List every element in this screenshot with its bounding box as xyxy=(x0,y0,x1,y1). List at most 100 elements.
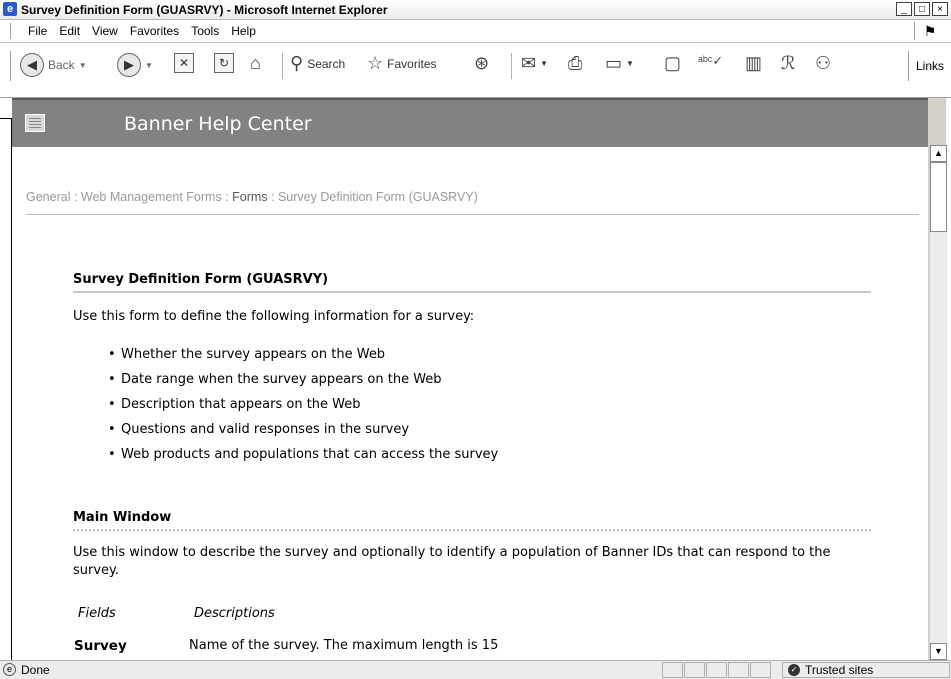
scroll-up-button[interactable]: ▲ xyxy=(930,145,947,162)
breadcrumb: General : Web Management Forms : Forms :… xyxy=(26,190,478,204)
search-label: Search xyxy=(307,56,346,71)
history-icon: ⊛ xyxy=(474,53,490,73)
list-item: Description that appears on the Web xyxy=(108,397,498,422)
heading-divider xyxy=(73,291,871,293)
research-icon: ▥ xyxy=(745,53,763,73)
maximize-button[interactable]: □ xyxy=(914,2,930,16)
minimize-button[interactable]: _ xyxy=(896,2,912,16)
menu-favorites[interactable]: Favorites xyxy=(124,24,185,38)
forward-arrow-icon: ▶ xyxy=(117,53,141,77)
favorites-star-icon: ☆ xyxy=(367,53,384,73)
frame-border-line xyxy=(11,118,12,660)
edit-button[interactable]: ▭ ▼ xyxy=(605,53,634,74)
list-item: Web products and populations that can ac… xyxy=(108,447,498,472)
mail-button[interactable]: ✉ ▼ xyxy=(521,53,548,74)
menu-file[interactable]: File xyxy=(22,24,53,38)
status-pane xyxy=(662,662,683,678)
banner-menu-icon[interactable] xyxy=(25,114,45,132)
print-button[interactable]: ⎙ xyxy=(568,53,582,74)
breadcrumb-divider xyxy=(26,214,919,215)
page-status-icon: e xyxy=(3,663,16,676)
mail-dropdown-icon: ▼ xyxy=(540,59,549,68)
field-survey-description: Name of the survey. The maximum length i… xyxy=(189,638,499,653)
contacts-icon: ⚇ xyxy=(815,53,832,73)
menu-tools[interactable]: Tools xyxy=(185,24,225,38)
browser-window: e Survey Definition Form (GUASRVY) - Mic… xyxy=(0,0,951,679)
scroll-down-button[interactable]: ▼ xyxy=(930,643,947,660)
forward-dropdown-icon: ▼ xyxy=(145,60,153,70)
toolbar-grip xyxy=(10,51,13,81)
breadcrumb-current: Survey Definition Form (GUASRVY) xyxy=(277,190,478,204)
print-icon: ⎙ xyxy=(568,53,583,73)
messenger-icon: ℛ xyxy=(781,53,796,73)
page-content: Banner Help Center General : Web Managem… xyxy=(12,98,928,660)
breadcrumb-separator: : xyxy=(267,190,278,204)
breadcrumb-separator: : xyxy=(221,190,233,204)
page-heading: Survey Definition Form (GUASRVY) xyxy=(73,272,329,287)
intro-paragraph: Use this form to define the following in… xyxy=(73,309,475,324)
list-item: Questions and valid responses in the sur… xyxy=(108,422,498,447)
status-pane xyxy=(706,662,727,678)
zone-label: Trusted sites xyxy=(805,663,874,677)
status-pane xyxy=(728,662,749,678)
field-survey-name: Survey xyxy=(74,638,127,654)
research-button[interactable]: ▥ xyxy=(745,53,762,74)
messenger-button[interactable]: ℛ xyxy=(781,53,795,74)
stop-icon: ✕ xyxy=(174,53,194,73)
trusted-check-icon: ✓ xyxy=(788,664,800,676)
breadcrumb-web-management[interactable]: Web Management Forms xyxy=(81,190,222,204)
history-button[interactable]: ⊛ xyxy=(474,53,489,74)
favorites-label: Favorites xyxy=(387,56,437,71)
list-item: Whether the survey appears on the Web xyxy=(108,347,498,372)
scroll-thumb[interactable] xyxy=(930,162,947,232)
back-arrow-icon: ◀ xyxy=(20,53,44,77)
search-button[interactable]: ⚲ Search xyxy=(290,53,345,74)
status-pane xyxy=(750,662,771,678)
favorites-button[interactable]: ☆ Favorites xyxy=(367,53,437,74)
banner-title: Banner Help Center xyxy=(124,113,312,135)
spellcheck-icon: ᵃᵇᶜ✓ xyxy=(698,53,724,68)
section-divider xyxy=(73,529,871,531)
forward-button[interactable]: ▶ ▼ xyxy=(117,53,153,77)
window-title: Survey Definition Form (GUASRVY) - Micro… xyxy=(21,3,388,17)
stop-button[interactable]: ✕ xyxy=(174,53,194,73)
standard-toolbar: ◀ Back ▼ ▶ ▼ ✕ ↻ ⌂ ⚲ Search ☆ Favorites … xyxy=(0,43,951,98)
menu-edit[interactable]: Edit xyxy=(53,24,86,38)
fields-column-header: Fields xyxy=(78,606,116,621)
windows-logo-icon: ⚑ xyxy=(914,22,945,40)
edit-dropdown-icon: ▼ xyxy=(626,59,634,68)
contacts-button[interactable]: ⚇ xyxy=(815,53,831,74)
menu-view[interactable]: View xyxy=(86,24,124,38)
spellcheck-button[interactable]: ᵃᵇᶜ✓ xyxy=(698,53,723,69)
discuss-button[interactable]: ▢ xyxy=(664,53,681,74)
breadcrumb-separator: : xyxy=(70,190,81,204)
search-icon: ⚲ xyxy=(290,53,304,73)
status-pane xyxy=(684,662,705,678)
security-zone[interactable]: ✓ Trusted sites xyxy=(782,662,950,678)
home-button[interactable]: ⌂ xyxy=(250,53,261,74)
status-text: Done xyxy=(21,663,50,677)
title-bar: e Survey Definition Form (GUASRVY) - Mic… xyxy=(0,0,951,20)
toolbar-separator xyxy=(282,53,283,79)
back-dropdown-icon: ▼ xyxy=(78,60,87,70)
ie-app-icon: e xyxy=(3,2,17,16)
breadcrumb-general[interactable]: General xyxy=(26,190,70,204)
links-button[interactable]: Links xyxy=(908,51,951,81)
menu-help[interactable]: Help xyxy=(225,24,262,38)
vertical-scrollbar[interactable]: ▲ ▼ xyxy=(929,145,947,660)
bullet-list: Whether the survey appears on the Web Da… xyxy=(108,347,498,472)
back-button[interactable]: ◀ Back ▼ xyxy=(20,53,87,77)
section-heading: Main Window xyxy=(73,510,172,525)
toolbar-separator xyxy=(511,53,512,79)
edit-page-icon: ▭ xyxy=(605,53,623,73)
refresh-icon: ↻ xyxy=(214,53,234,73)
breadcrumb-forms[interactable]: Forms xyxy=(232,190,267,204)
descriptions-column-header: Descriptions xyxy=(194,606,275,621)
mail-icon: ✉ xyxy=(521,53,537,73)
back-label: Back xyxy=(48,58,75,72)
home-icon: ⌂ xyxy=(250,53,261,73)
close-button[interactable]: × xyxy=(932,2,948,16)
discuss-icon: ▢ xyxy=(664,53,682,73)
list-item: Date range when the survey appears on th… xyxy=(108,372,498,397)
refresh-button[interactable]: ↻ xyxy=(214,53,234,73)
